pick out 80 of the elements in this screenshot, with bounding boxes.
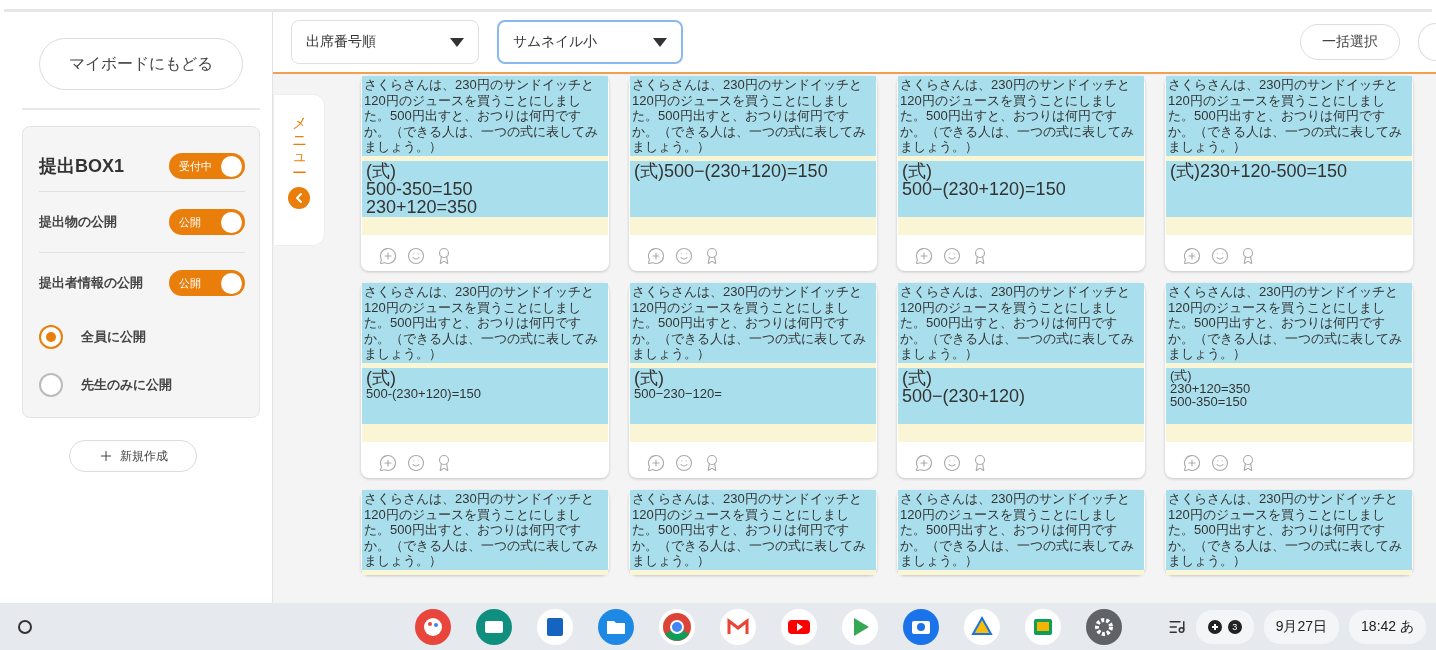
answer-text: 500−(230+120) <box>902 386 1027 405</box>
document-icon[interactable] <box>537 608 574 645</box>
answer-text: (式)500−(230+120)=150 <box>634 161 829 180</box>
radio-button[interactable] <box>39 325 63 349</box>
submission-card[interactable]: さくらさんは、230円のサンドイッチと120円のジュースを買うことにしました。500円出すと、おつりは何円ですか。（できる人は、一つの式に表してみましょう。） (式) 500-350=150 230+120=350 <box>361 76 609 271</box>
comment-plus-icon[interactable] <box>1183 246 1201 265</box>
radio-label: 全員に公開 <box>81 328 146 346</box>
problem-text: さくらさんは、230円のサンドイッチと120円のジュースを買うことにしました。500円出すと、おつりは何円ですか。（できる人は、一つの式に表してみましょう。） <box>1166 76 1412 161</box>
smiley-icon[interactable] <box>675 246 693 265</box>
problem-text: さくらさんは、230円のサンドイッチと120円のジュースを買うことにしました。500円出すと、おつりは何円ですか。（できる人は、一つの式に表してみましょう。） <box>1166 489 1412 575</box>
answer-text: 230+120=350 <box>1170 381 1252 395</box>
box-title: 提出BOX1 <box>39 155 125 178</box>
sort-dropdown[interactable]: サムネイル小 <box>497 20 683 64</box>
answer-text: 500-(230+120)=150 <box>366 386 482 400</box>
submission-card[interactable]: さくらさんは、230円のサンドイッチと120円のジュースを買うことにしました。500円出すと、おつりは何円ですか。（できる人は、一つの式に表してみましょう。） (式) 230+120=350 500-350=150 <box>1165 282 1413 478</box>
answer-text: 230+120=350 <box>366 197 479 216</box>
triangle-play-icon[interactable] <box>842 608 879 645</box>
smiley-icon[interactable] <box>943 453 961 472</box>
submission-card[interactable]: さくらさんは、230円のサンドイッチと120円のジュースを買うことにしました。500円出すと、おつりは何円ですか。（できる人は、一つの式に表してみましょう。） (式) 500−230−120= <box>629 282 877 478</box>
settings-icon[interactable] <box>1086 608 1123 645</box>
smiley-icon[interactable] <box>407 246 425 265</box>
smiley-icon[interactable] <box>1211 453 1229 472</box>
smiley-icon[interactable] <box>1211 246 1229 265</box>
new-button[interactable]: 新規作成 <box>69 440 197 472</box>
problem-text: さくらさんは、230円のサンドイッチと120円のジュースを買うことにしました。500円出すと、おつりは何円ですか。（できる人は、一つの式に表してみましょう。） <box>362 76 608 161</box>
caret-icon <box>450 37 464 47</box>
palette-icon[interactable] <box>415 608 452 645</box>
camera-icon[interactable] <box>903 608 940 645</box>
radio-button[interactable] <box>39 373 63 397</box>
back-button[interactable]: マイボードにもどる <box>39 38 243 90</box>
smiley-icon[interactable] <box>407 453 425 472</box>
envelope-icon[interactable] <box>720 608 757 645</box>
answer-text: (式) <box>1170 368 1192 382</box>
submission-card[interactable]: さくらさんは、230円のサンドイッチと120円のジュースを買うことにしました。500円出すと、おつりは何円ですか。（できる人は、一つの式に表してみましょう。） (式) 500−(230+120)=150 <box>897 76 1145 271</box>
radio-label: 先生のみに公開 <box>81 376 172 394</box>
answer-text: (式) <box>366 161 397 180</box>
ring-icon[interactable] <box>659 608 696 645</box>
answer-text: (式) <box>634 368 664 387</box>
status-pill[interactable]: 3 <box>1195 609 1254 644</box>
smiley-icon[interactable] <box>943 246 961 265</box>
comment-plus-icon[interactable] <box>1183 453 1201 472</box>
board-icon[interactable] <box>1025 608 1062 645</box>
answer-text: 500−230−120= <box>634 386 723 400</box>
card-icon[interactable] <box>476 608 513 645</box>
answer-text: 500−(230+120)=150 <box>902 179 1067 198</box>
problem-text: さくらさんは、230円のサンドイッチと120円のジュースを買うことにしました。500円出すと、おつりは何円ですか。（できる人は、一つの式に表してみましょう。） <box>898 489 1144 575</box>
comment-plus-icon[interactable] <box>379 453 397 472</box>
problem-text: さくらさんは、230円のサンドイッチと120円のジュースを買うことにしました。500円出すと、おつりは何円ですか。（できる人は、一つの式に表してみましょう。） <box>898 76 1144 161</box>
sort-dropdown[interactable]: 出席番号順 <box>291 20 479 64</box>
submission-card[interactable]: さくらさんは、230円のサンドイッチと120円のジュースを買うことにしました。500円出すと、おつりは何円ですか。（できる人は、一つの式に表してみましょう。） (式)230+120-500=150 <box>1165 76 1413 271</box>
problem-text: さくらさんは、230円のサンドイッチと120円のジュースを買うことにしました。500円出すと、おつりは何円ですか。（できる人は、一つの式に表してみましょう。） <box>362 489 608 575</box>
answer-text: (式) <box>902 161 932 180</box>
setting-label: 提出者情報の公開 <box>39 274 143 292</box>
comment-plus-icon[interactable] <box>379 246 397 265</box>
answer-text: (式) <box>366 368 396 387</box>
problem-text: さくらさんは、230円のサンドイッチと120円のジュースを買うことにしました。500円出すと、おつりは何円ですか。（できる人は、一つの式に表してみましょう。） <box>1166 282 1412 368</box>
problem-text: さくらさんは、230円のサンドイッチと120円のジュースを買うことにしました。500円出すと、おつりは何円ですか。（できる人は、一つの式に表してみましょう。） <box>630 282 876 368</box>
comment-plus-icon[interactable] <box>915 246 933 265</box>
answer-text: (式)230+120-500=150 <box>1170 161 1349 180</box>
submission-card[interactable]: さくらさんは、230円のサンドイッチと120円のジュースを買うことにしました。500円出すと、おつりは何円ですか。（できる人は、一つの式に表してみましょう。） (式) 500-(230+120)=150 <box>361 282 609 478</box>
answer-text: (式) <box>902 368 932 387</box>
problem-text: さくらさんは、230円のサンドイッチと120円のジュースを買うことにしました。500円出すと、おつりは何円ですか。（できる人は、一つの式に表してみましょう。） <box>630 76 876 161</box>
problem-text: さくらさんは、230円のサンドイッチと120円のジュースを買うことにしました。500円出すと、おつりは何円ですか。（できる人は、一つの式に表してみましょう。） <box>898 282 1144 368</box>
problem-text: さくらさんは、230円のサンドイッチと120円のジュースを買うことにしました。500円出すと、おつりは何円ですか。（できる人は、一つの式に表してみましょう。） <box>630 489 876 575</box>
smiley-icon[interactable] <box>675 453 693 472</box>
submission-card[interactable]: さくらさんは、230円のサンドイッチと120円のジュースを買うことにしました。500円出すと、おつりは何円ですか。（できる人は、一つの式に表してみましょう。） (式) 500−(230+120) <box>897 282 1145 478</box>
setting-label: 提出物の公開 <box>39 213 117 231</box>
play-icon[interactable] <box>781 608 818 645</box>
submission-card[interactable]: さくらさんは、230円のサンドイッチと120円のジュースを買うことにしました。500円出すと、おつりは何円ですか。（できる人は、一つの式に表してみましょう。） (式)500−(230+120)=150 <box>629 76 877 271</box>
problem-text: さくらさんは、230円のサンドイッチと120円のジュースを買うことにしました。500円出すと、おつりは何円ですか。（できる人は、一つの式に表してみましょう。） <box>362 282 608 368</box>
clock-pill[interactable]: 18:42 あ <box>1349 609 1426 644</box>
folder-icon[interactable] <box>598 608 635 645</box>
caret-icon <box>653 37 667 47</box>
select-all-button[interactable]: 一括選択 <box>1300 24 1400 60</box>
comment-plus-icon[interactable] <box>647 453 665 472</box>
plus-icon <box>98 448 114 464</box>
date-pill[interactable]: 9月27日 <box>1263 609 1340 644</box>
comment-plus-icon[interactable] <box>915 453 933 472</box>
comment-plus-icon[interactable] <box>647 246 665 265</box>
answer-text: 500-350=150 <box>1170 394 1248 408</box>
